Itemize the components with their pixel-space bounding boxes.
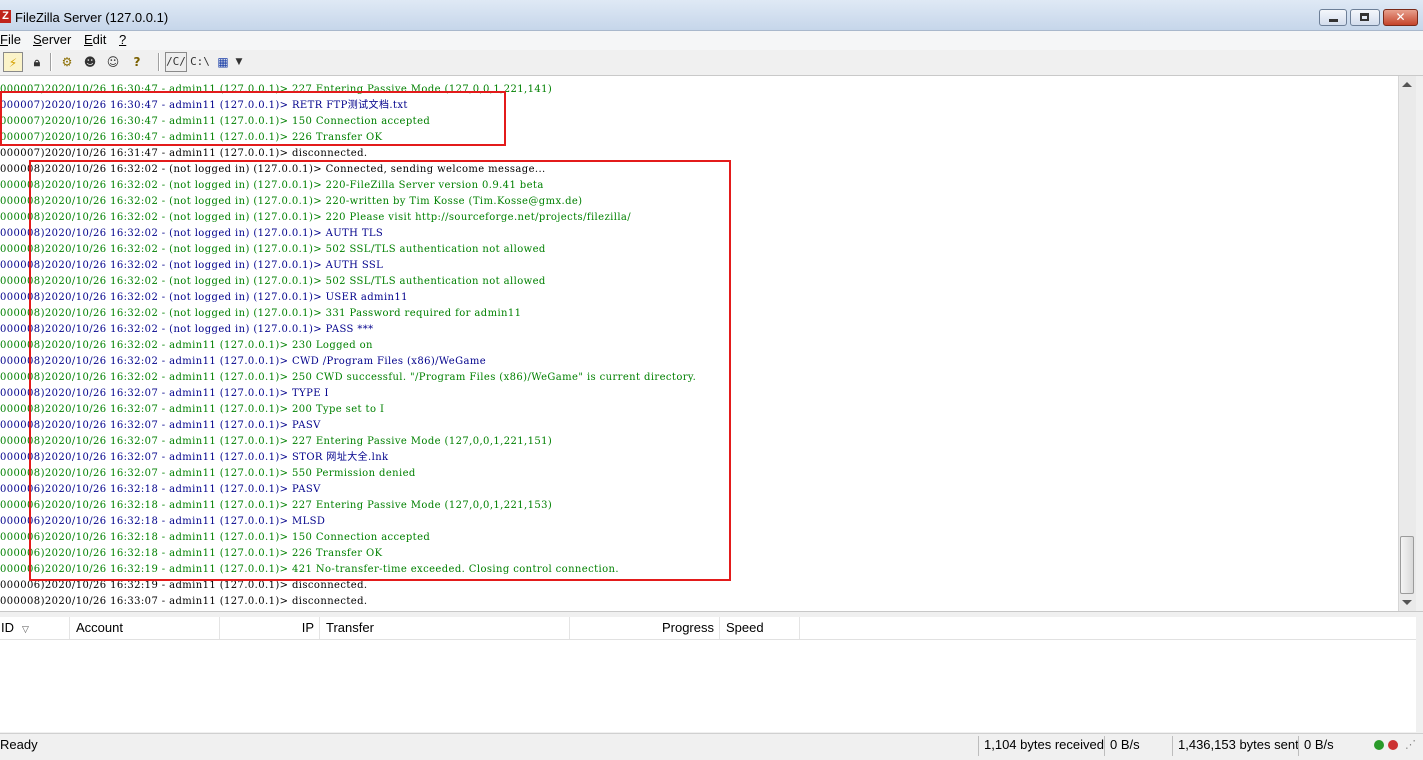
filezilla-icon: Z: [0, 10, 11, 23]
status-separator: [978, 736, 979, 756]
menu-file-accel: F: [0, 32, 8, 47]
log-scrollbar[interactable]: [1398, 76, 1416, 611]
column-transfer[interactable]: Transfer: [320, 617, 570, 639]
column-id-label: ID: [1, 620, 14, 635]
status-bar: Ready 1,104 bytes received 0 B/s 1,436,1…: [0, 733, 1423, 760]
bytes-sent: 1,436,153 bytes sent: [1178, 737, 1299, 752]
toolbar-separator: [158, 53, 160, 71]
annotation-box: [29, 160, 731, 581]
title-bar: Z FileZilla Server (127.0.0.1) ✕: [0, 0, 1423, 31]
receive-speed: 0 B/s: [1110, 737, 1140, 752]
menu-edit-label: dit: [92, 32, 107, 47]
close-button[interactable]: ✕: [1383, 9, 1418, 26]
column-id[interactable]: ID ▽: [0, 617, 70, 639]
minimize-button[interactable]: [1319, 9, 1347, 26]
lock-icon[interactable]: 🔒︎: [27, 52, 47, 72]
status-separator: [1298, 736, 1299, 756]
column-progress[interactable]: Progress: [570, 617, 720, 639]
menu-edit[interactable]: Edit: [84, 32, 106, 47]
log-line: 000008)2020/10/26 16:33:07 - admin11 (12…: [0, 596, 368, 607]
status-ready: Ready: [0, 737, 38, 752]
groups-icon[interactable]: ☺: [103, 52, 123, 72]
toolbar: ⚡ 🔒︎ ⚙ ☻ ☺ ? /C/ C:\ ▦ ▼: [0, 50, 1423, 76]
column-account[interactable]: Account: [70, 617, 220, 639]
toolbar-separator: [50, 53, 52, 71]
close-icon: ✕: [1395, 10, 1406, 24]
menu-help-accel: ?: [119, 32, 127, 47]
column-ip[interactable]: IP: [220, 617, 320, 639]
users-icon[interactable]: ☻: [80, 52, 100, 72]
help-icon[interactable]: ?: [127, 52, 147, 72]
sort-down-icon: ▽: [22, 624, 29, 634]
send-indicator-icon: [1388, 740, 1398, 750]
menu-server[interactable]: Server: [33, 32, 71, 47]
menu-file[interactable]: File: [0, 32, 21, 47]
dropdown-icon[interactable]: ▼: [232, 52, 246, 72]
status-separator: [1104, 736, 1105, 756]
annotation-box: [0, 91, 506, 146]
column-speed[interactable]: Speed: [720, 617, 800, 639]
calendar-icon[interactable]: ▦: [213, 52, 233, 72]
maximize-icon: [1360, 13, 1369, 21]
sessions-list[interactable]: [0, 640, 1416, 732]
menu-file-label: ile: [7, 32, 21, 47]
connect-icon[interactable]: ⚡: [3, 52, 23, 72]
path-view-icon[interactable]: /C/: [165, 52, 187, 72]
sessions-header: ID ▽ Account IP Transfer Progress Speed: [0, 617, 1416, 640]
send-speed: 0 B/s: [1304, 737, 1334, 752]
minimize-icon: [1329, 19, 1338, 22]
status-separator: [1172, 736, 1173, 756]
menu-edit-accel: E: [84, 32, 93, 47]
scroll-up-icon[interactable]: [1402, 82, 1412, 87]
drive-view-icon[interactable]: C:\: [189, 52, 211, 72]
menu-server-label: erver: [41, 32, 72, 47]
bytes-received: 1,104 bytes received: [984, 737, 1104, 752]
menu-help[interactable]: ?: [119, 32, 126, 47]
settings-icon[interactable]: ⚙: [57, 52, 77, 72]
maximize-button[interactable]: [1350, 9, 1380, 26]
scroll-thumb[interactable]: [1400, 536, 1414, 594]
receive-indicator-icon: [1374, 740, 1384, 750]
menu-bar: File Server Edit ?: [0, 31, 1423, 50]
resize-grip-icon[interactable]: ⋰: [1405, 738, 1416, 751]
menu-server-accel: S: [33, 32, 42, 47]
scroll-down-icon[interactable]: [1402, 600, 1412, 605]
window-title: FileZilla Server (127.0.0.1): [15, 10, 169, 25]
